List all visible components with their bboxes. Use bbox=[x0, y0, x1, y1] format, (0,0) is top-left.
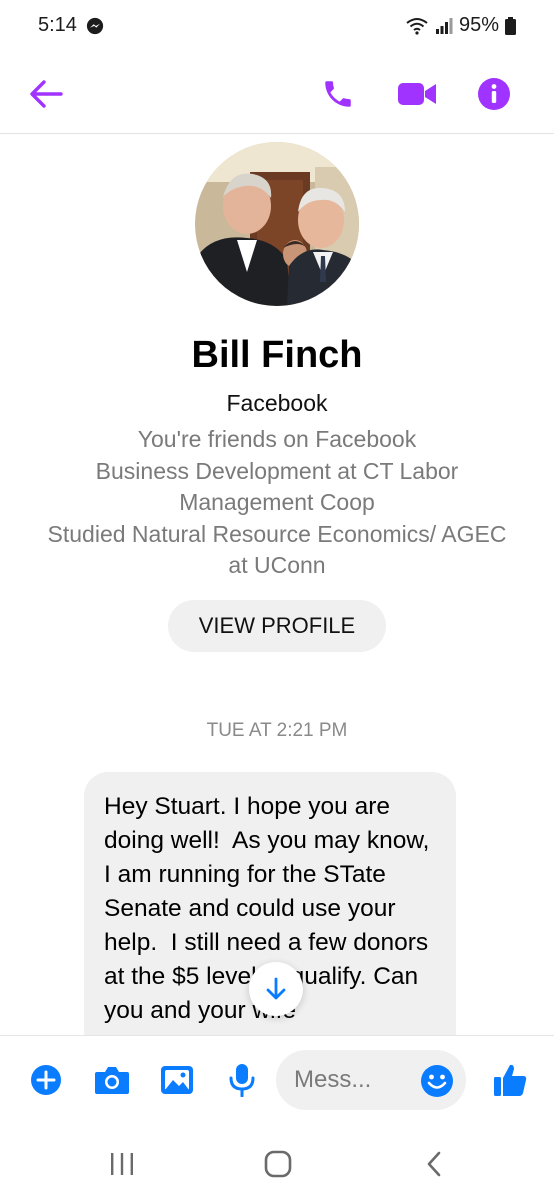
voice-message-button[interactable] bbox=[220, 1058, 264, 1102]
home-icon bbox=[264, 1150, 292, 1178]
message-input[interactable] bbox=[294, 1050, 414, 1110]
incoming-message-bubble[interactable]: Hey Stuart. I hope you are doing well! A… bbox=[84, 772, 456, 1072]
camera-button[interactable] bbox=[90, 1058, 134, 1102]
profile-photo bbox=[195, 142, 359, 306]
recent-apps-icon bbox=[111, 1153, 133, 1175]
profile-source: Facebook bbox=[226, 390, 328, 416]
gallery-button[interactable] bbox=[155, 1058, 199, 1102]
battery-percent: 95% bbox=[458, 14, 499, 36]
plus-icon bbox=[31, 1065, 61, 1095]
friends-note: You're friends on Facebook bbox=[137, 426, 417, 452]
battery-icon bbox=[505, 16, 516, 35]
video-call-button[interactable] bbox=[393, 70, 441, 118]
voice-call-button[interactable] bbox=[314, 70, 362, 118]
gallery-icon bbox=[161, 1066, 193, 1094]
info-button[interactable] bbox=[470, 70, 518, 118]
system-back-button[interactable] bbox=[404, 1144, 464, 1184]
status-right: 95% bbox=[405, 14, 516, 37]
message-timestamp: TUE AT 2:21 PM bbox=[206, 720, 348, 741]
like-button[interactable] bbox=[488, 1058, 532, 1102]
messenger-notification-icon bbox=[86, 17, 104, 35]
video-call-icon bbox=[398, 83, 436, 105]
status-bar: 5:14 95% bbox=[0, 0, 554, 56]
status-time: 5:14 bbox=[38, 14, 77, 36]
microphone-icon bbox=[229, 1064, 255, 1097]
recent-apps-button[interactable] bbox=[92, 1144, 152, 1184]
conversation-header bbox=[0, 56, 554, 134]
view-profile-button[interactable]: VIEW PROFILE bbox=[168, 600, 386, 652]
home-button[interactable] bbox=[248, 1144, 308, 1184]
back-icon bbox=[427, 1151, 441, 1177]
camera-icon bbox=[95, 1067, 129, 1094]
profile-education: Studied Natural Resource Economics/ AGEC… bbox=[47, 521, 507, 578]
back-arrow-icon bbox=[30, 80, 63, 108]
message-composer bbox=[0, 1035, 554, 1130]
signal-icon bbox=[435, 17, 453, 34]
thumbs-up-icon bbox=[494, 1064, 527, 1096]
phone-icon bbox=[325, 81, 351, 107]
emoji-icon[interactable] bbox=[420, 1064, 454, 1098]
profile-work: Business Development at CT Labor Managem… bbox=[95, 458, 459, 515]
more-actions-button[interactable] bbox=[24, 1058, 68, 1102]
message-input-container bbox=[276, 1050, 466, 1110]
system-nav-bar bbox=[0, 1130, 554, 1200]
back-button[interactable] bbox=[22, 70, 70, 118]
wifi-icon bbox=[406, 17, 428, 35]
profile-avatar[interactable] bbox=[195, 142, 359, 306]
arrow-down-icon bbox=[266, 977, 286, 1000]
scroll-to-bottom-button[interactable] bbox=[249, 962, 303, 1016]
info-icon bbox=[478, 78, 510, 110]
profile-name: Bill Finch bbox=[191, 334, 363, 376]
